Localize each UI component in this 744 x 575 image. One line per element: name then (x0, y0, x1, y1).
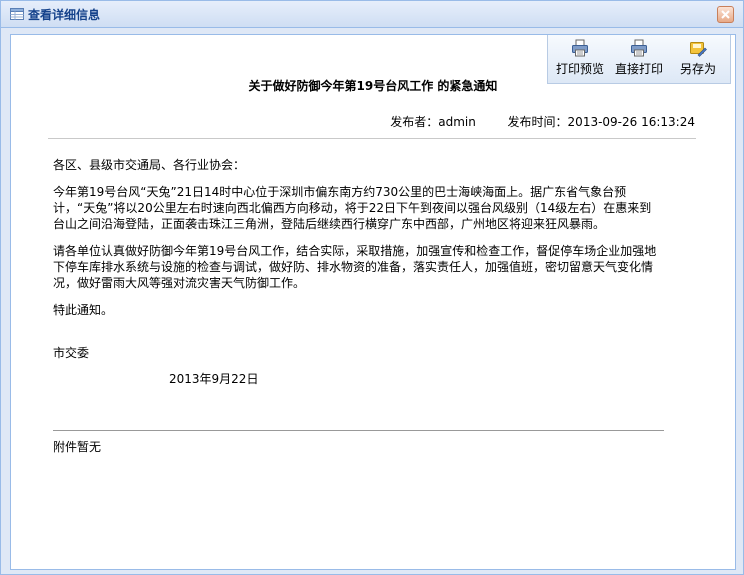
body-paragraph-2: 请各单位认真做好防御今年第19号台风工作，结合实际，采取措施，加强宣传和检查工作… (53, 244, 657, 290)
printer-icon (572, 39, 588, 57)
document-title: 关于做好防御今年第19号台风工作 的紧急通知 (248, 79, 498, 93)
body-paragraph-1: 今年第19号台风“天兔”21日14时中心位于深圳市偏东南方约730公里的巴士海峡… (53, 185, 652, 231)
closing-line: 特此通知。 (53, 303, 114, 317)
publish-time-value: 2013-09-26 16:13:24 (567, 115, 695, 129)
detail-window: 查看详细信息 打印预览 直接打印 另存为 关于做好防御今年第19号台风工作 的紧… (0, 0, 744, 575)
save-as-button[interactable]: 另存为 (670, 39, 726, 79)
document-meta: 发布者：admin 发布时间：2013-09-26 16:13:24 (386, 113, 695, 130)
signer: 市交委 (53, 346, 90, 360)
close-icon (721, 10, 730, 19)
publisher-label: 发布者： (390, 115, 439, 129)
table-icon (10, 8, 24, 20)
header-divider (48, 138, 696, 139)
printer-icon (631, 39, 647, 57)
print-direct-label: 直接打印 (614, 62, 663, 76)
salutation: 各区、县级市交通局、各行业协会： (53, 158, 246, 172)
attachment-divider (53, 430, 664, 431)
window-titlebar[interactable]: 查看详细信息 (1, 1, 743, 28)
save-as-label: 另存为 (679, 62, 716, 76)
publish-time-label: 发布时间： (507, 115, 568, 129)
print-preview-label: 打印预览 (555, 62, 604, 76)
close-button[interactable] (717, 6, 734, 23)
window-title: 查看详细信息 (28, 8, 101, 22)
print-direct-button[interactable]: 直接打印 (611, 39, 667, 79)
print-preview-button[interactable]: 打印预览 (552, 39, 608, 79)
document-panel: 打印预览 直接打印 另存为 关于做好防御今年第19号台风工作 的紧急通知 发布者… (10, 34, 736, 570)
document-body: 各区、县级市交通局、各行业协会： 今年第19号台风“天兔”21日14时中心位于深… (53, 157, 663, 329)
attachment-note: 附件暂无 (53, 440, 102, 454)
document-date: 2013年9月22日 (169, 372, 259, 386)
save-as-icon (690, 42, 707, 57)
publisher-value: admin (438, 115, 476, 129)
